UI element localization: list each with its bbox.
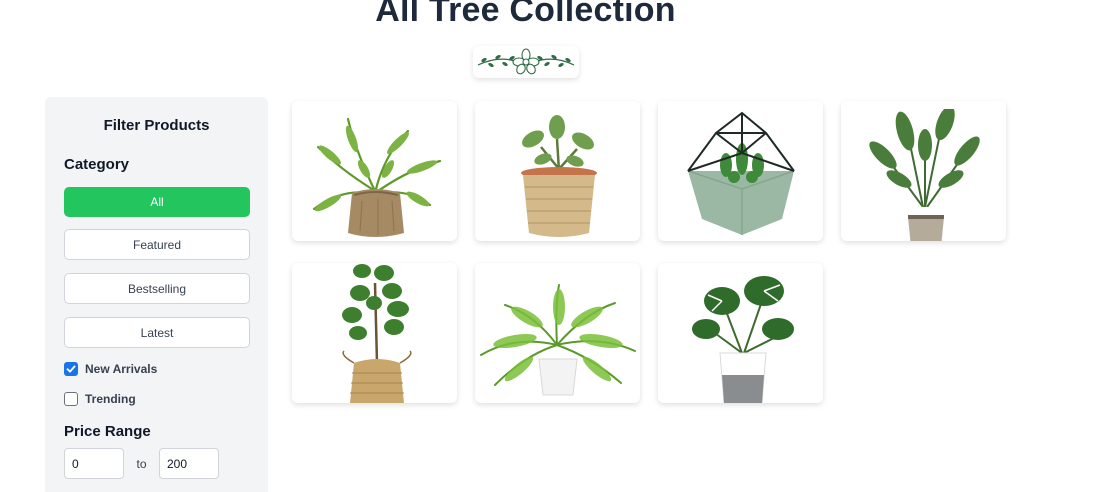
floral-divider [473,46,579,78]
product-card[interactable] [841,101,1006,241]
category-heading: Category [64,156,130,173]
category-all-button[interactable]: All [64,187,250,217]
price-min-input[interactable] [64,448,124,479]
page-title: All Tree Collection [375,0,676,29]
filter-sidebar: Filter Products Category All Featured Be… [45,97,268,492]
product-card[interactable] [658,101,823,241]
product-card[interactable] [292,263,457,403]
new-arrivals-checkbox[interactable] [64,362,78,376]
product-card[interactable] [658,263,823,403]
price-range-heading: Price Range [64,423,151,440]
product-card[interactable] [292,101,457,241]
product-card[interactable] [475,101,640,241]
trending-label: Trending [85,392,136,406]
monstera-image [691,276,794,403]
geometric-terrarium-image [686,111,795,235]
checkmark-icon [66,365,76,373]
floral-ornament-icon [477,48,575,75]
fiddle-leaf-fig-image [341,264,412,403]
new-arrivals-checkbox-row[interactable]: New Arrivals [64,362,157,376]
category-bestselling-button[interactable]: Bestselling [64,273,250,304]
product-card[interactable] [475,263,640,403]
bird-of-paradise-image [868,109,980,241]
trending-checkbox[interactable] [64,392,78,406]
price-max-input[interactable] [159,448,219,479]
price-range-inputs: to [64,448,219,479]
price-to-label: to [136,456,147,471]
page: All Tree Collection Filter Products Cate… [0,0,1109,492]
category-featured-button[interactable]: Featured [64,229,250,260]
new-arrivals-label: New Arrivals [85,362,158,376]
jade-plant-image [520,115,597,237]
filter-title: Filter Products [103,117,210,134]
trending-checkbox-row[interactable]: Trending [64,392,136,406]
boston-fern-image [480,284,636,396]
birds-nest-fern-image [312,117,441,237]
category-latest-button[interactable]: Latest [64,317,250,348]
